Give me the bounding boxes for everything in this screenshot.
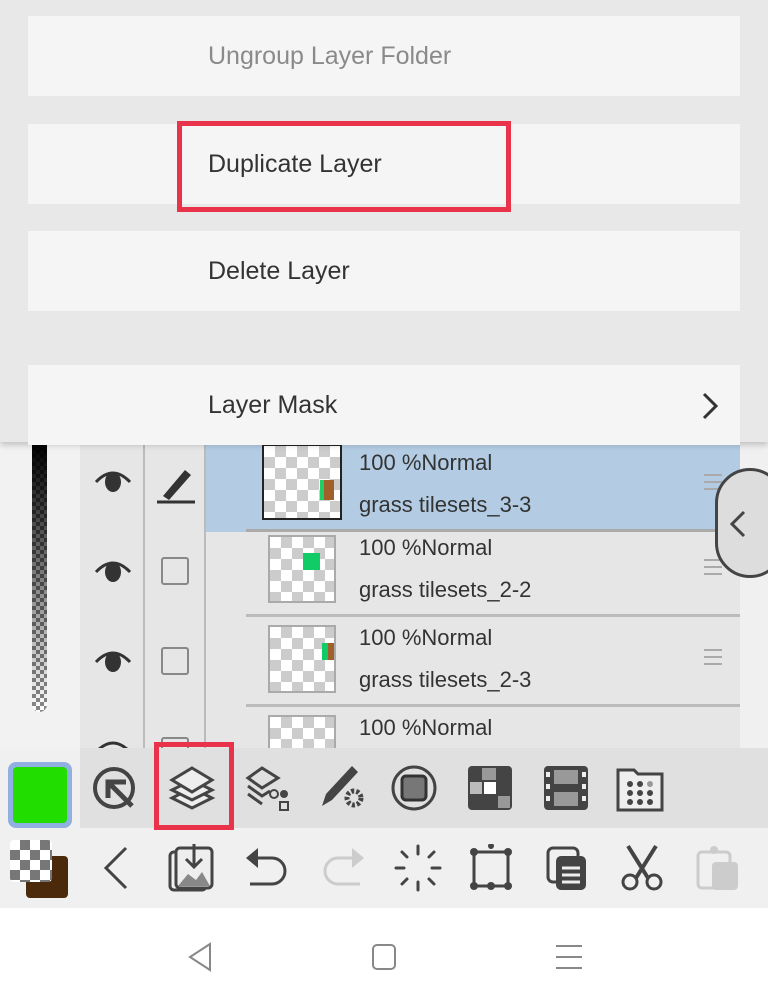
bottom-toolbar <box>0 828 768 908</box>
pencil-icon[interactable] <box>155 464 197 504</box>
chevron-right-icon <box>702 392 719 420</box>
drag-handle-icon[interactable] <box>704 649 722 665</box>
color-swatch[interactable] <box>8 762 72 828</box>
undo-icon[interactable] <box>244 844 292 892</box>
layer-thumbnail <box>268 535 336 603</box>
layer-thumbnail <box>268 715 336 748</box>
layer-row[interactable]: 100 %Normal grass tilesets_2-3 <box>206 617 740 707</box>
layer-context-menu: Ungroup Layer Folder Duplicate Layer Del… <box>0 0 768 445</box>
eye-icon[interactable] <box>93 558 133 584</box>
opacity-slider[interactable] <box>32 442 47 712</box>
layer-name: grass tilesets_3-3 <box>359 492 532 517</box>
menu-item-layer-mask[interactable]: Layer Mask <box>28 365 740 445</box>
import-icon[interactable] <box>168 844 216 892</box>
nav-back-icon[interactable] <box>186 942 214 972</box>
copy-icon[interactable] <box>544 844 592 892</box>
material-icon[interactable] <box>244 764 292 812</box>
layer-blend-info: 100 %Normal <box>359 715 493 740</box>
layer-row[interactable]: 100 %Normal <box>206 707 740 748</box>
layer-thumbnail <box>262 444 342 520</box>
layer-row[interactable]: 100 %Normal grass tilesets_3-3 <box>206 442 740 532</box>
paste-icon[interactable] <box>694 844 742 892</box>
eye-icon[interactable] <box>93 468 133 494</box>
menu-item-ungroup-layer-folder[interactable]: Ungroup Layer Folder <box>28 16 740 96</box>
menu-item-delete-layer[interactable]: Delete Layer <box>28 231 740 311</box>
transform-icon[interactable] <box>468 844 516 892</box>
deselect-icon[interactable] <box>394 844 442 892</box>
brush-settings-icon[interactable] <box>318 762 366 810</box>
canvas-icon[interactable] <box>390 764 438 812</box>
menu-item-label: Layer Mask <box>208 390 338 419</box>
layer-panel: 100 %Normal grass tilesets_3-3 100 %Norm… <box>80 442 740 748</box>
system-nav-bar <box>0 908 768 1002</box>
eye-icon[interactable] <box>93 738 133 748</box>
layer-name: grass tilesets_2-3 <box>359 667 532 692</box>
edit-target-column <box>145 442 206 748</box>
nav-home-icon[interactable] <box>370 942 400 972</box>
layer-blend-info: 100 %Normal <box>359 625 493 650</box>
layer-checkbox[interactable] <box>161 647 189 675</box>
layer-thumbnail <box>268 625 336 693</box>
highlight-layers-button <box>154 742 234 830</box>
panel-collapse-button[interactable] <box>715 468 768 578</box>
layer-blend-info: 100 %Normal <box>359 450 493 475</box>
redo-icon[interactable] <box>318 844 366 892</box>
color-swap-button[interactable] <box>10 840 68 900</box>
folder-icon[interactable] <box>616 764 664 812</box>
menu-item-label: Ungroup Layer Folder <box>208 41 452 70</box>
layer-blend-info: 100 %Normal <box>359 535 493 560</box>
tile-icon[interactable] <box>466 764 514 812</box>
quick-access-icon[interactable] <box>92 764 140 812</box>
highlight-duplicate-layer <box>177 121 511 212</box>
menu-item-label: Delete Layer <box>208 256 350 285</box>
animation-film-icon[interactable] <box>542 764 590 812</box>
eye-icon[interactable] <box>93 648 133 674</box>
nav-menu-icon[interactable] <box>554 944 584 972</box>
layer-name: grass tilesets_2-2 <box>359 577 532 602</box>
back-icon[interactable] <box>92 844 140 892</box>
layer-checkbox[interactable] <box>161 557 189 585</box>
cut-icon[interactable] <box>618 844 666 892</box>
visibility-column <box>80 442 145 748</box>
layer-row[interactable]: 100 %Normal grass tilesets_2-2 <box>206 527 740 617</box>
